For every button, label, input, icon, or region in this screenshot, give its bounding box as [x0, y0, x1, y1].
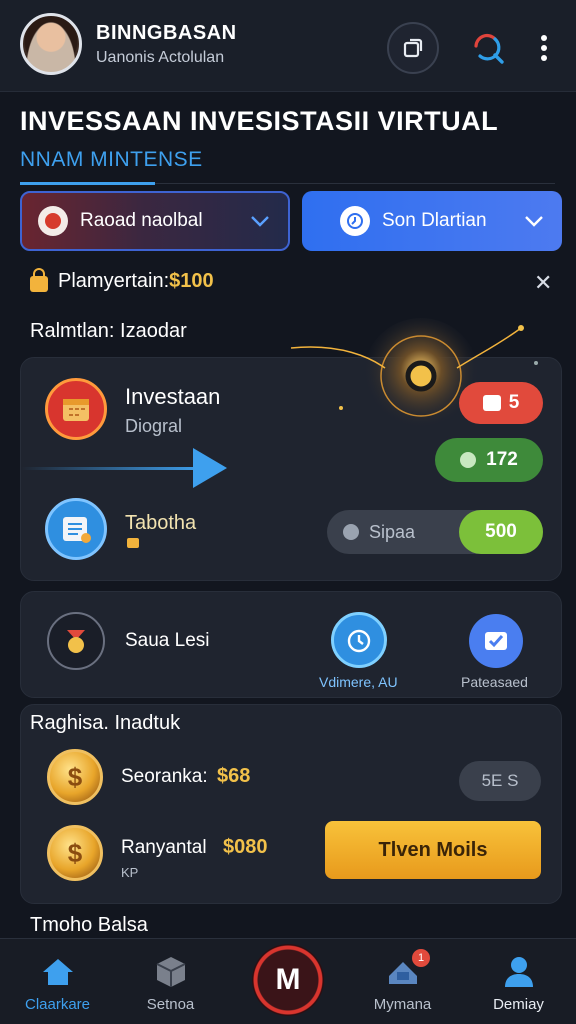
timer-icon[interactable]	[331, 612, 387, 668]
more-menu-button[interactable]	[524, 22, 564, 74]
active-tab-indicator	[20, 182, 155, 185]
award-icon[interactable]	[47, 612, 105, 670]
badge-green[interactable]: 172	[435, 438, 543, 482]
nav-label: Mymana	[373, 996, 432, 1013]
item-title: Tabotha	[125, 512, 197, 534]
toggle-value: 500	[459, 510, 543, 554]
nav-label: Demiay	[493, 996, 544, 1013]
item-title: Investaan	[125, 384, 221, 409]
toggle-icon	[343, 524, 359, 540]
toggle-switch[interactable]: Sipaa 500	[327, 510, 543, 554]
nav-item-home[interactable]: Claarkare	[0, 939, 115, 1024]
nav-item-messages[interactable]: Mymana	[345, 939, 460, 1024]
small-coin-icon	[127, 538, 139, 548]
lock-icon	[30, 267, 48, 292]
item-label: Saua Lesi	[125, 630, 210, 651]
section-title: Ralmtlan: Izaodar	[30, 320, 187, 342]
page-subtitle-tab[interactable]: NNAM MINTENSE	[20, 148, 203, 172]
chevron-down-icon	[251, 216, 269, 227]
investment-card: Investaan Diogral 5 172 Tabotha Sipaa 50…	[20, 318, 562, 581]
row-sub: KP	[121, 865, 139, 880]
check-box-icon[interactable]	[469, 614, 523, 668]
badge-red[interactable]: 5	[459, 382, 543, 424]
close-icon[interactable]: ✕	[534, 270, 552, 296]
item-subtitle: Diogral	[125, 416, 183, 436]
center-action-button[interactable]: M	[252, 944, 324, 1016]
left-dropdown[interactable]: Raoad naolbal	[20, 191, 290, 251]
clock-icon	[340, 206, 370, 236]
copy-button[interactable]	[387, 22, 439, 74]
chevron-down-icon	[525, 216, 543, 227]
search-icon	[474, 34, 504, 64]
copy-icon	[403, 38, 423, 58]
calendar-icon[interactable]	[45, 378, 107, 440]
avatar[interactable]	[20, 13, 82, 75]
action1-label[interactable]: Vdimere, AU	[319, 674, 398, 690]
divider	[155, 183, 555, 184]
coin-icon: $	[47, 825, 103, 881]
more-vertical-icon	[541, 35, 547, 61]
actions-card: Saua Lesi Vdimere, AU Pateasaed	[20, 591, 562, 698]
primary-button[interactable]: Tlven Moils	[325, 821, 541, 879]
nav-item-profile[interactable]: Demiay	[461, 939, 576, 1024]
page-title: INVESSAAN INVESISTASII VIRTUAL	[20, 106, 499, 136]
badge-icon	[38, 206, 68, 236]
right-dropdown-label: Son Dlartian	[382, 210, 487, 231]
nav-label: Setnoa	[146, 996, 195, 1013]
top-bar: BINNGBASAN Uanonis Actolulan	[0, 0, 576, 92]
user-icon	[504, 957, 533, 987]
section-title: Raghisa. Inadtuk	[30, 712, 181, 734]
toggle-label: Sipaa	[369, 522, 416, 542]
promo-banner: Plamyertain: $100	[30, 267, 214, 293]
nav-label: Claarkare	[24, 996, 91, 1013]
row-value: $080	[223, 836, 268, 858]
badge-red-value: 5	[508, 392, 520, 413]
arrow-right-icon	[21, 448, 227, 488]
user-subtitle: Uanonis Actolulan	[96, 49, 225, 66]
right-dropdown[interactable]: Son Dlartian	[302, 191, 562, 251]
action2-label[interactable]: Pateasaed	[461, 674, 528, 690]
nav-badge: 1	[412, 949, 430, 967]
badge-green-value: 172	[486, 449, 518, 470]
section-title: Tmoho Balsa	[30, 914, 148, 936]
row-label: Ranyantal	[121, 837, 207, 858]
promo-label: Plamyertain:	[58, 270, 170, 292]
row-button[interactable]: 5E S	[459, 761, 541, 801]
row-label: Seoranka:	[121, 766, 208, 787]
home-icon	[42, 959, 73, 985]
left-dropdown-label: Raoad naolbal	[80, 210, 203, 231]
nav-item-store[interactable]: Setnoa	[113, 939, 228, 1024]
row-value: $68	[217, 765, 251, 787]
user-name: BINNGBASAN	[96, 22, 237, 44]
document-icon[interactable]	[45, 498, 107, 560]
box-icon	[156, 957, 185, 987]
search-button[interactable]	[462, 22, 514, 74]
promo-amount: $100	[169, 270, 214, 292]
coin-icon: $	[47, 749, 103, 805]
